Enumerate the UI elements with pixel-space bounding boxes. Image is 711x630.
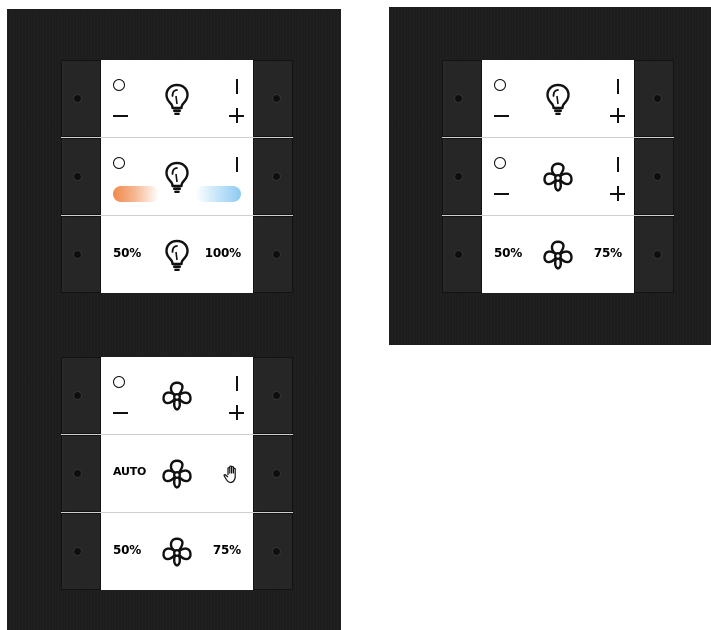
led-indicator <box>74 173 81 180</box>
off-circle-icon <box>113 376 125 388</box>
plus-icon <box>229 405 244 420</box>
light-on-off-dim-key[interactable] <box>61 60 293 137</box>
key-wing-left[interactable] <box>61 138 101 215</box>
led-indicator <box>74 251 81 258</box>
led-indicator <box>455 251 462 258</box>
on-bar-icon <box>617 157 619 172</box>
key-wing-left[interactable] <box>61 216 101 293</box>
lighting-module: 50% 100% <box>61 60 293 293</box>
minus-icon <box>113 412 128 414</box>
key-face[interactable]: 50% 75% <box>482 216 634 293</box>
minus-icon <box>494 193 509 195</box>
off-circle-icon <box>494 157 506 169</box>
led-indicator <box>654 95 661 102</box>
key-wing-right[interactable] <box>253 216 293 293</box>
hand-icon <box>223 465 236 484</box>
speed-right-label: 75% <box>212 543 241 557</box>
key-wing-right[interactable] <box>253 138 293 215</box>
minus-icon <box>494 115 509 117</box>
off-circle-icon <box>113 79 125 91</box>
led-indicator <box>654 251 661 258</box>
bulb-icon <box>161 160 193 194</box>
speed-left-label: 50% <box>494 246 523 260</box>
on-bar-icon <box>617 79 619 94</box>
led-indicator <box>273 470 280 477</box>
scene-left-label: 50% <box>113 246 142 260</box>
key-face[interactable]: 50% 75% <box>101 513 253 590</box>
key-wing-left[interactable] <box>442 216 482 293</box>
auto-label: AUTO <box>113 465 147 478</box>
led-indicator <box>74 470 81 477</box>
fan-speed-preset-key[interactable]: 50% 75% <box>442 215 674 293</box>
cool-white-gradient <box>195 186 241 202</box>
key-wing-left[interactable] <box>61 513 101 590</box>
key-face[interactable] <box>482 138 634 215</box>
key-wing-left[interactable] <box>442 138 482 215</box>
plus-icon <box>610 108 625 123</box>
key-face[interactable] <box>482 60 634 137</box>
key-wing-right[interactable] <box>634 216 674 293</box>
led-indicator <box>273 548 280 555</box>
bulb-icon <box>161 238 193 272</box>
fan-icon <box>542 238 574 272</box>
plus-icon <box>610 186 625 201</box>
key-face[interactable]: AUTO <box>101 435 253 512</box>
light-colour-temperature-key[interactable] <box>61 137 293 215</box>
led-indicator <box>273 251 280 258</box>
led-indicator <box>74 95 81 102</box>
key-wing-left[interactable] <box>61 60 101 137</box>
fan-speed-preset-key[interactable]: 50% 75% <box>61 512 293 590</box>
on-bar-icon <box>236 157 238 172</box>
led-indicator <box>273 392 280 399</box>
led-indicator <box>455 95 462 102</box>
led-indicator <box>654 173 661 180</box>
scene-right-label: 100% <box>204 246 241 260</box>
fan-icon <box>161 535 193 569</box>
bulb-icon <box>161 82 193 116</box>
plus-icon <box>229 108 244 123</box>
key-wing-left[interactable] <box>442 60 482 137</box>
off-circle-icon <box>113 157 125 169</box>
fan-icon <box>542 160 574 194</box>
off-circle-icon <box>494 79 506 91</box>
speed-right-label: 75% <box>593 246 622 260</box>
on-bar-icon <box>236 376 238 391</box>
light-scene-key[interactable]: 50% 100% <box>61 215 293 293</box>
key-face[interactable] <box>101 60 253 137</box>
fan-icon <box>161 457 193 491</box>
on-bar-icon <box>236 79 238 94</box>
key-face[interactable]: 50% 100% <box>101 216 253 293</box>
fan-icon <box>161 379 193 413</box>
key-wing-right[interactable] <box>634 138 674 215</box>
key-wing-left[interactable] <box>61 435 101 512</box>
light-on-off-dim-key[interactable] <box>442 60 674 137</box>
key-wing-right[interactable] <box>253 357 293 434</box>
key-wing-right[interactable] <box>253 60 293 137</box>
minus-icon <box>113 115 128 117</box>
led-indicator <box>455 173 462 180</box>
fan-on-off-speed-key[interactable] <box>61 357 293 434</box>
light-fan-module: 50% 75% <box>442 60 674 293</box>
key-wing-right[interactable] <box>253 513 293 590</box>
fan-on-off-speed-key[interactable] <box>442 137 674 215</box>
key-wing-left[interactable] <box>61 357 101 434</box>
led-indicator <box>74 392 81 399</box>
warm-white-gradient <box>113 186 159 202</box>
key-wing-right[interactable] <box>253 435 293 512</box>
key-face[interactable] <box>101 138 253 215</box>
fan-module: AUTO 50% 75% <box>61 357 293 590</box>
led-indicator <box>273 95 280 102</box>
fan-mode-key[interactable]: AUTO <box>61 434 293 512</box>
led-indicator <box>74 548 81 555</box>
key-face[interactable] <box>101 357 253 434</box>
key-wing-right[interactable] <box>634 60 674 137</box>
led-indicator <box>273 173 280 180</box>
speed-left-label: 50% <box>113 543 142 557</box>
bulb-icon <box>542 82 574 116</box>
